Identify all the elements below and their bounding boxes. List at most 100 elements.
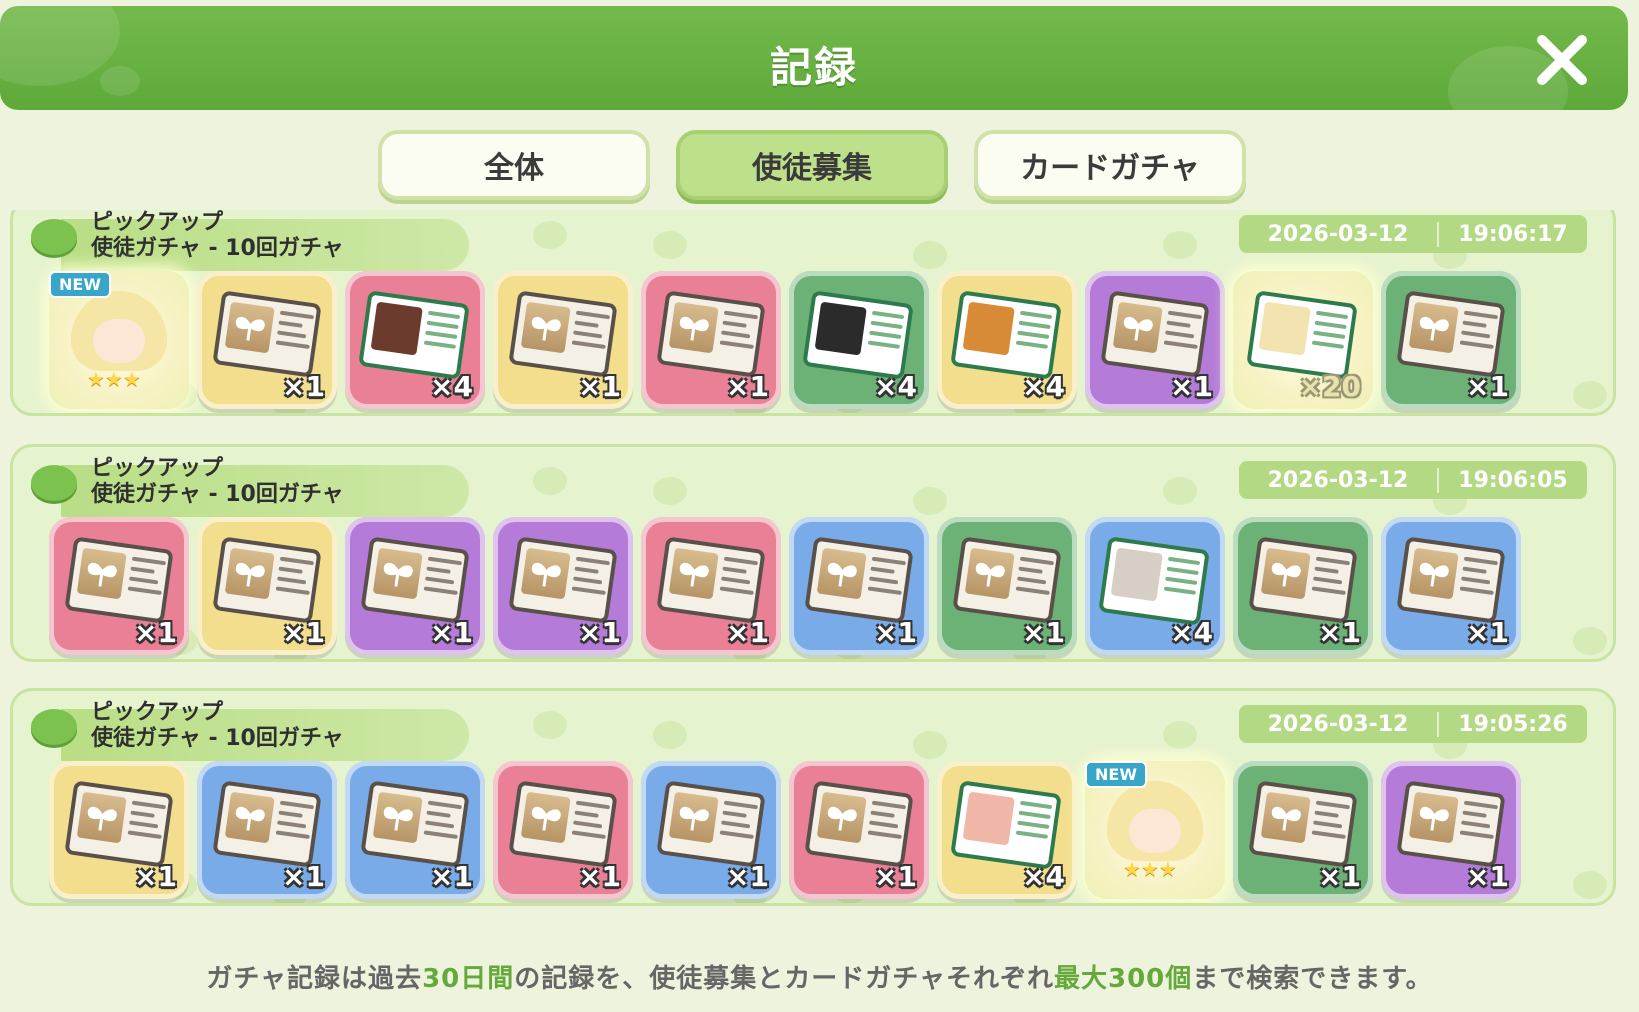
character-reward[interactable]: ★★★ NEW xyxy=(1085,761,1225,899)
ticket-reward[interactable]: ×1 xyxy=(937,517,1077,655)
page-title: 記録 xyxy=(769,43,858,92)
ticket-reward[interactable]: ×1 xyxy=(493,517,633,655)
ticket-reward[interactable]: ×1 xyxy=(641,517,781,655)
background-decor xyxy=(913,487,947,515)
tab-all[interactable]: 全体 xyxy=(378,130,650,200)
reward-quantity: ×1 xyxy=(578,370,621,403)
leaf-icon xyxy=(31,709,77,745)
character-card-icon xyxy=(950,780,1062,870)
ticket-reward[interactable]: ×1 xyxy=(197,271,337,409)
sprout-ticket-icon xyxy=(1100,290,1210,378)
leaf-icon xyxy=(31,219,77,255)
ticket-reward[interactable]: ×1 xyxy=(1233,517,1373,655)
ticket-reward[interactable]: ×1 xyxy=(493,761,633,899)
reward-quantity: ×20 xyxy=(1298,370,1361,403)
reward-quantity: ×1 xyxy=(1170,370,1213,403)
ticket-reward[interactable]: ×1 xyxy=(1233,761,1373,899)
ticket-reward[interactable]: ×1 xyxy=(789,761,929,899)
character-card-icon xyxy=(950,290,1062,380)
ticket-reward[interactable]: ×1 xyxy=(345,517,485,655)
record-date: 2026-03-12 xyxy=(1239,711,1439,737)
reward-quantity: ×1 xyxy=(430,860,473,893)
sprout-ticket-icon xyxy=(656,780,766,868)
character-card-reward[interactable]: ×4 xyxy=(1085,517,1225,655)
reward-quantity: ×1 xyxy=(578,616,621,649)
character-card-icon xyxy=(358,290,470,380)
reward-quantity: ×1 xyxy=(430,616,473,649)
sprout-ticket-icon xyxy=(360,536,470,624)
ticket-reward[interactable]: ×1 xyxy=(641,761,781,899)
record-list[interactable]: ピックアップ 使徒ガチャ - 10回ガチャ 2026-03-12 19:06:17 ★★… xyxy=(0,210,1639,930)
sprout-ticket-icon xyxy=(952,536,1062,624)
sprout-ticket-icon xyxy=(1248,536,1358,624)
sprout-ticket-icon xyxy=(1248,780,1358,868)
background-decor xyxy=(913,731,947,759)
sprout-ticket-icon xyxy=(212,536,322,624)
record-entry: ピックアップ 使徒ガチャ - 10回ガチャ 2026-03-12 19:06:05 ×1… xyxy=(10,444,1616,662)
background-decor xyxy=(1163,721,1197,749)
header-bar: 記録 xyxy=(0,6,1628,110)
character-card-reward[interactable]: ×4 xyxy=(345,271,485,409)
reward-quantity: ×4 xyxy=(1170,616,1213,649)
ticket-reward[interactable]: ×1 xyxy=(197,761,337,899)
sprout-ticket-icon xyxy=(1396,290,1506,378)
background-decor xyxy=(533,467,567,495)
reward-quantity: ×1 xyxy=(282,370,325,403)
tab-card-gacha[interactable]: カードガチャ xyxy=(974,130,1246,200)
background-decor xyxy=(653,721,687,749)
character-card-icon xyxy=(1246,290,1358,380)
sprout-ticket-icon xyxy=(1396,536,1506,624)
reward-quantity: ×1 xyxy=(134,616,177,649)
reward-quantity: ×4 xyxy=(1022,370,1065,403)
new-badge: NEW xyxy=(49,271,111,298)
character-reward[interactable]: ★★★ NEW xyxy=(49,271,189,409)
ticket-reward[interactable]: ×1 xyxy=(789,517,929,655)
ticket-reward[interactable]: ×1 xyxy=(641,271,781,409)
tab-apostle-recruit[interactable]: 使徒募集 xyxy=(676,130,948,200)
footer-note: ガチャ記録は過去30日間の記録を、使徒募集とカードガチャそれぞれ最大300個まで… xyxy=(0,958,1639,995)
sprout-ticket-icon xyxy=(64,536,174,624)
record-date: 2026-03-12 xyxy=(1239,467,1439,493)
record-subtitle: 使徒ガチャ - 10回ガチャ xyxy=(91,236,344,261)
ticket-reward[interactable]: ×1 xyxy=(197,517,337,655)
sprout-ticket-icon xyxy=(508,780,618,868)
reward-quantity: ×1 xyxy=(1022,616,1065,649)
reward-quantity: ×1 xyxy=(1318,616,1361,649)
record-subtitle: 使徒ガチャ - 10回ガチャ xyxy=(91,726,344,751)
background-decor xyxy=(653,231,687,259)
sprout-ticket-icon xyxy=(508,290,618,378)
sprout-ticket-icon xyxy=(1396,780,1506,868)
ticket-reward[interactable]: ×1 xyxy=(49,761,189,899)
character-card-reward[interactable]: ×4 xyxy=(937,761,1077,899)
reward-quantity: ×1 xyxy=(726,860,769,893)
ticket-reward[interactable]: ×1 xyxy=(1085,271,1225,409)
character-card-reward[interactable]: ×20 xyxy=(1233,271,1373,409)
background-decor xyxy=(1163,231,1197,259)
ticket-reward[interactable]: ×1 xyxy=(1381,761,1521,899)
record-date: 2026-03-12 xyxy=(1239,221,1439,247)
record-items: ★★★ NEW ×1 ×4 ×1 ×1 ×4 ×4 ×1 ×20 ×1 xyxy=(49,271,1609,411)
record-time: 19:05:26 xyxy=(1458,711,1568,737)
record-timestamp: 2026-03-12 19:05:26 xyxy=(1239,705,1587,743)
character-card-reward[interactable]: ×4 xyxy=(789,271,929,409)
ticket-reward[interactable]: ×1 xyxy=(49,517,189,655)
sprout-ticket-icon xyxy=(508,536,618,624)
character-card-icon xyxy=(802,290,914,380)
background-decor xyxy=(533,221,567,249)
close-button[interactable] xyxy=(1532,30,1592,90)
record-subtitle: 使徒ガチャ - 10回ガチャ xyxy=(91,482,344,507)
ticket-reward[interactable]: ×1 xyxy=(493,271,633,409)
reward-quantity: ×1 xyxy=(1318,860,1361,893)
reward-quantity: ×1 xyxy=(874,860,917,893)
footer-text: ガチャ記録は過去 xyxy=(206,964,423,994)
ticket-reward[interactable]: ×1 xyxy=(1381,271,1521,409)
ticket-reward[interactable]: ×1 xyxy=(345,761,485,899)
footer-text: まで検索できます。 xyxy=(1192,964,1433,994)
reward-quantity: ×1 xyxy=(282,860,325,893)
reward-quantity: ×1 xyxy=(134,860,177,893)
record-title: ピックアップ xyxy=(91,700,224,725)
ticket-reward[interactable]: ×1 xyxy=(1381,517,1521,655)
record-items: ×1 ×1 ×1 ×1 ×1 ×1 ×1 ×4 ×1 ×1 xyxy=(49,517,1609,657)
tab-bar: 全体 使徒募集 カードガチャ xyxy=(378,130,1248,202)
character-card-reward[interactable]: ×4 xyxy=(937,271,1077,409)
